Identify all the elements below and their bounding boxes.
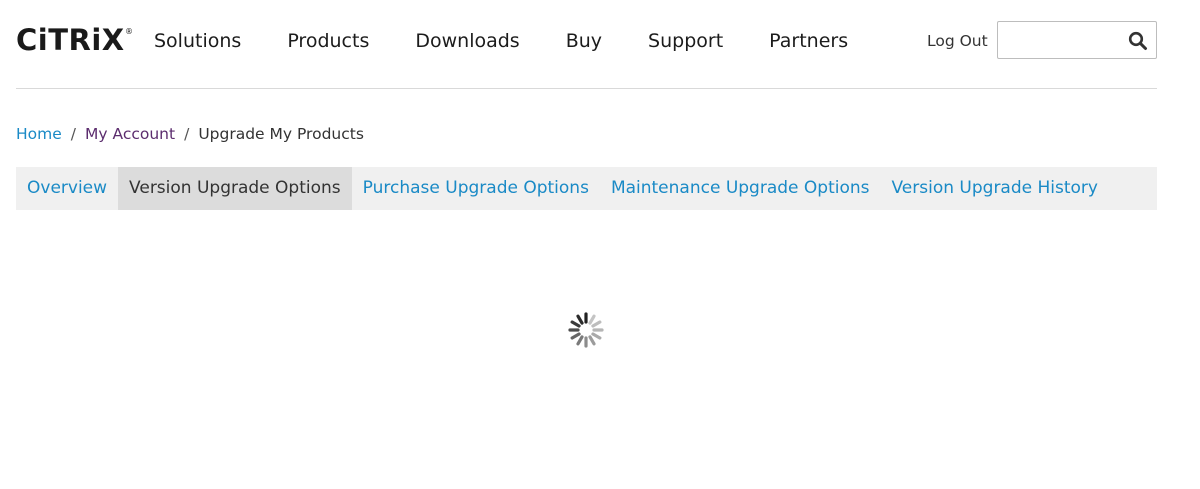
search-box — [997, 21, 1157, 59]
nav-item-support[interactable]: Support — [625, 26, 746, 56]
nav-item-buy[interactable]: Buy — [543, 26, 625, 56]
tab-version-upgrade-history[interactable]: Version Upgrade History — [881, 167, 1109, 210]
site-header: CiTRiX ® Solutions Products Downloads Bu… — [0, 0, 1200, 90]
upgrade-tabs: Overview Version Upgrade Options Purchas… — [16, 167, 1157, 210]
breadcrumb-my-account-link[interactable]: My Account — [85, 124, 175, 144]
tab-purchase-upgrade-options[interactable]: Purchase Upgrade Options — [352, 167, 600, 210]
breadcrumb: Home / My Account / Upgrade My Products — [16, 124, 364, 144]
search-icon[interactable] — [1128, 31, 1148, 51]
nav-item-products[interactable]: Products — [264, 26, 392, 56]
tab-overview[interactable]: Overview — [16, 167, 118, 210]
nav-item-downloads[interactable]: Downloads — [392, 26, 542, 56]
breadcrumb-separator: / — [184, 125, 190, 143]
breadcrumb-current-page: Upgrade My Products — [198, 125, 364, 143]
breadcrumb-home-link[interactable]: Home — [16, 124, 62, 144]
header-divider — [16, 88, 1157, 89]
breadcrumb-separator: / — [70, 125, 77, 143]
nav-item-partners[interactable]: Partners — [746, 26, 871, 56]
nav-item-solutions[interactable]: Solutions — [131, 26, 264, 56]
citrix-logo[interactable]: CiTRiX ® — [16, 20, 133, 62]
logo-wordmark: CiTRiX — [16, 23, 125, 57]
logout-link[interactable]: Log Out — [927, 31, 988, 51]
main-nav: Solutions Products Downloads Buy Support… — [131, 26, 871, 56]
tab-version-upgrade-options[interactable]: Version Upgrade Options — [118, 167, 352, 210]
loading-spinner-icon — [565, 309, 607, 351]
tab-maintenance-upgrade-options[interactable]: Maintenance Upgrade Options — [600, 167, 881, 210]
search-input[interactable] — [998, 22, 1118, 58]
